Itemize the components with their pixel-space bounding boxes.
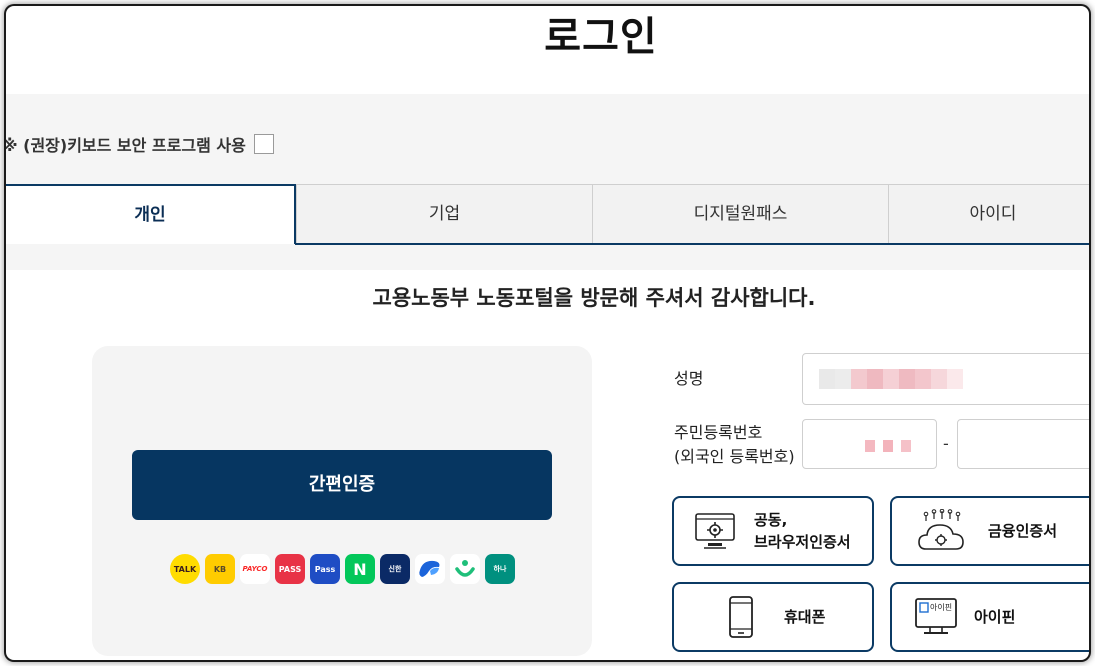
banksalad-icon[interactable] xyxy=(450,554,480,584)
rrn-label-2: (외국인 등록번호) xyxy=(674,447,795,466)
login-window: 로그인 ※ (권장)키보드 보안 프로그램 사용 개인 기업 디지털원패스 아이… xyxy=(6,6,1089,660)
redacted-rrn xyxy=(865,440,911,452)
rrn-label-1: 주민등록번호 xyxy=(674,423,763,442)
joint-cert-text: 공동, 브라우저인증서 xyxy=(754,509,851,553)
name-label: 성명 xyxy=(674,369,704,388)
keyboard-security-option: ※ (권장)키보드 보안 프로그램 사용 xyxy=(6,132,274,156)
payco-icon[interactable]: PAYCO xyxy=(240,554,270,584)
computer-gear-icon xyxy=(695,513,735,549)
financial-cert-label: 금융인증서 xyxy=(988,522,1058,540)
pass-icon[interactable]: PASS xyxy=(275,554,305,584)
financial-cert-button[interactable]: 금융인증서 xyxy=(890,496,1089,566)
tab-id[interactable]: 아이디 xyxy=(888,184,1089,244)
hana-icon[interactable]: 하나 xyxy=(485,554,515,584)
redacted-name xyxy=(819,369,963,389)
mobile-phone-icon xyxy=(729,596,753,638)
ipin-screen-text: 아이핀 xyxy=(930,603,953,612)
easy-auth-providers: TALK KB PAYCO PASS Pass N 신한 하나 xyxy=(170,554,515,584)
keyboard-security-checkbox[interactable] xyxy=(253,134,274,154)
joint-cert-button[interactable]: 공동, 브라우저인증서 xyxy=(672,496,874,566)
toss-icon[interactable] xyxy=(415,554,445,584)
shinhan-icon[interactable]: 신한 xyxy=(380,554,410,584)
ipin-label: 아이핀 xyxy=(974,608,1016,626)
welcome-message: 고용노동부 노동포털을 방문해 주셔서 감사합니다. xyxy=(372,286,816,310)
tab-personal[interactable]: 개인 xyxy=(6,184,296,244)
rrn-front-input[interactable] xyxy=(802,419,937,469)
rrn-back-input[interactable] xyxy=(957,419,1089,469)
login-type-tabs: 개인 기업 디지털원패스 아이디 xyxy=(6,184,1089,246)
easy-auth-button[interactable]: 간편인증 xyxy=(132,450,552,520)
mobile-auth-button[interactable]: 휴대폰 xyxy=(672,582,874,652)
cloud-gear-icon xyxy=(918,509,964,550)
tab-business[interactable]: 기업 xyxy=(296,184,593,244)
joint-cert-label-1: 공동, xyxy=(754,511,788,529)
keyboard-security-label: ※ (권장)키보드 보안 프로그램 사용 xyxy=(6,136,246,155)
page-title: 로그인 xyxy=(544,14,658,60)
mobile-auth-label: 휴대폰 xyxy=(784,608,826,626)
kakaotalk-icon[interactable]: TALK xyxy=(170,554,200,584)
naver-icon[interactable]: N xyxy=(345,554,375,584)
tab-underline xyxy=(295,243,1089,245)
rrn-dash: - xyxy=(943,434,949,453)
kb-icon[interactable]: KB xyxy=(205,554,235,584)
name-input[interactable] xyxy=(802,353,1089,405)
samsung-pass-icon[interactable]: Pass xyxy=(310,554,340,584)
ipin-monitor-icon: 아이핀 xyxy=(914,597,958,637)
joint-cert-label-2: 브라우저인증서 xyxy=(754,533,851,551)
ipin-button[interactable]: 아이핀 아이핀 xyxy=(890,582,1089,652)
tab-digital-onepass[interactable]: 디지털원패스 xyxy=(592,184,889,244)
